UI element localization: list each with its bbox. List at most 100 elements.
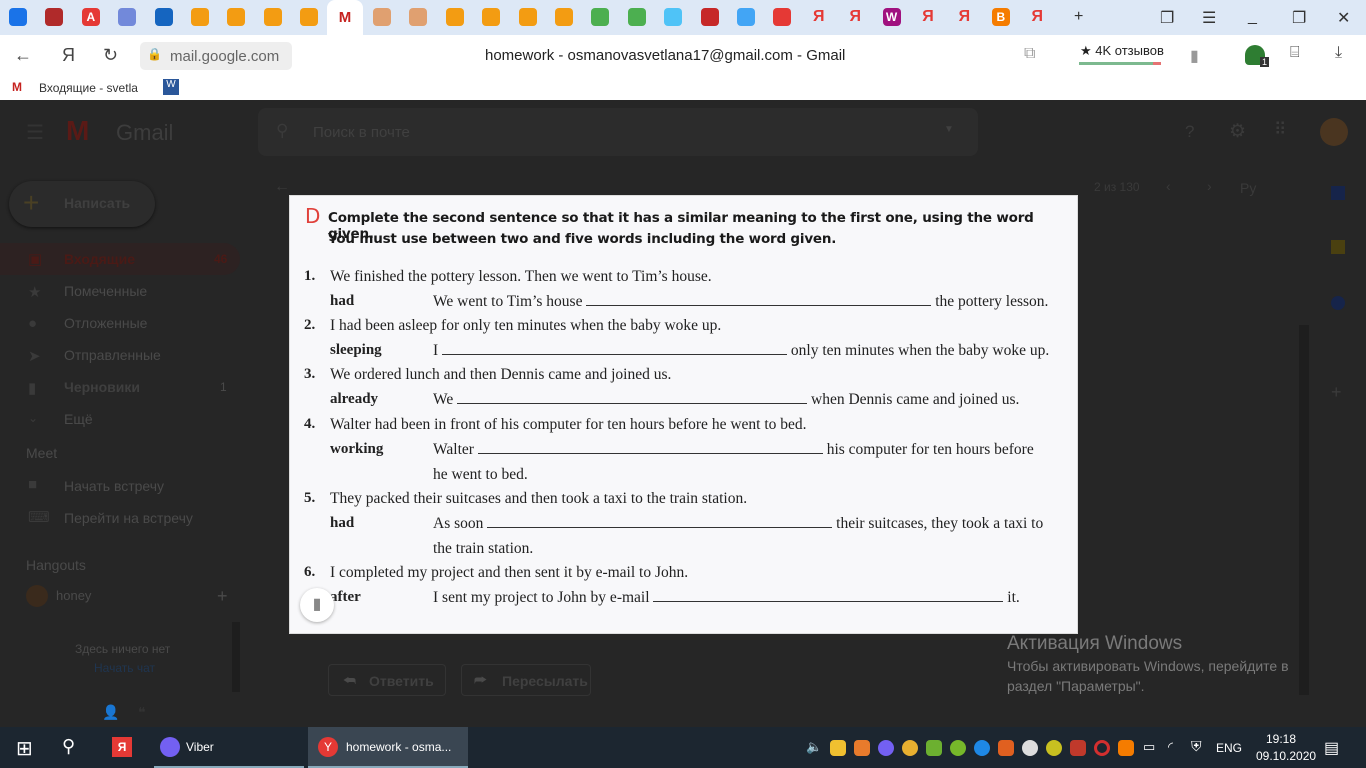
gmail-logo[interactable]: Gmail [116, 120, 173, 146]
yandex-home-icon[interactable]: Я [62, 45, 75, 66]
extensions-icon[interactable]: ⌸ [1290, 44, 1300, 62]
next-icon[interactable]: › [1207, 178, 1212, 194]
gdz-icon[interactable] [737, 8, 755, 26]
tab-icon[interactable]: ⧉ [1024, 45, 1035, 63]
compose-button[interactable]: + Написать [9, 181, 155, 227]
taskbar-app-viber[interactable]: Viber [154, 727, 304, 768]
apple-icon[interactable] [700, 8, 719, 26]
bookmark-inbox[interactable]: Входящие - svetla [39, 81, 138, 95]
anarchy-icon[interactable] [45, 8, 64, 26]
save-image-icon[interactable]: ▮ [300, 588, 334, 622]
calendar-icon[interactable] [1331, 186, 1345, 200]
tasks-icon[interactable] [1331, 296, 1345, 310]
tray-app-icon[interactable] [830, 740, 846, 756]
clock-date[interactable]: 09.10.2020 [1256, 749, 1316, 763]
minimize-button[interactable]: _ [1248, 8, 1257, 26]
new-tab-button[interactable]: + [1074, 8, 1083, 26]
close-button[interactable]: ✕ [1337, 8, 1350, 28]
cloud-icon[interactable] [263, 8, 282, 26]
word-icon[interactable]: W [163, 79, 179, 95]
yandex-icon[interactable]: Я [810, 8, 828, 26]
clock-time[interactable]: 19:18 [1266, 732, 1296, 746]
meet-join[interactable]: ⌨ Перейти на встречу [0, 502, 240, 534]
url-field[interactable]: 🔒 mail.google.com [140, 42, 292, 70]
prev-icon[interactable]: ‹ [1166, 178, 1171, 194]
cloud-icon[interactable] [482, 8, 501, 26]
avatar[interactable] [1320, 118, 1348, 146]
photo-icon[interactable] [664, 8, 683, 26]
tray-app-icon[interactable] [854, 740, 870, 756]
yandex-icon[interactable]: Я [1028, 8, 1046, 26]
search-icon[interactable]: ⚲ [276, 121, 288, 141]
cloud-icon[interactable] [300, 8, 319, 26]
a-icon[interactable]: A [81, 8, 100, 26]
add-chat-icon[interactable]: + [217, 586, 228, 607]
gmail-icon[interactable]: M [327, 0, 363, 35]
tray-app-icon[interactable] [1046, 740, 1062, 756]
search-input[interactable]: ⚲ Поиск в почте ▼ [258, 108, 978, 156]
battery-icon[interactable]: ▭ [1143, 739, 1155, 755]
wheel-icon[interactable] [373, 8, 391, 26]
bluetooth-icon[interactable] [974, 740, 990, 756]
back-to-inbox-icon[interactable]: ← [274, 178, 290, 196]
apps-grid-icon[interactable]: ⠿ [1274, 120, 1286, 140]
yandex-icon[interactable]: Я [919, 8, 937, 26]
start-icon[interactable]: ⊞ [16, 736, 33, 761]
cloud-icon[interactable] [191, 8, 209, 26]
java-icon[interactable] [998, 740, 1014, 756]
wifi-icon[interactable]: ◜ [1168, 739, 1173, 755]
avast-icon[interactable] [1118, 740, 1134, 756]
settings-gear-icon[interactable]: ⚙ [1229, 120, 1246, 143]
youtube-icon[interactable] [773, 8, 792, 26]
hangouts-avatar[interactable] [26, 585, 48, 607]
viber-tray-icon[interactable] [878, 740, 894, 756]
yandex-browser-icon[interactable]: Я [112, 737, 132, 757]
utorrent-icon[interactable] [950, 740, 966, 756]
yandex-icon[interactable]: Я [846, 8, 864, 26]
hangouts-user[interactable]: honey [56, 588, 91, 603]
tray-app-icon[interactable] [1022, 740, 1038, 756]
messages-icon[interactable] [9, 8, 27, 26]
cloud-icon[interactable] [518, 8, 537, 26]
help-icon[interactable]: ? [1185, 122, 1194, 142]
download-icon[interactable]: ⤓ [1335, 44, 1342, 62]
meet-start[interactable]: ■ Начать встречу [0, 470, 240, 502]
bookmark-icon[interactable]: ▮ [1190, 46, 1199, 66]
contacts-icon[interactable]: 👤 [102, 704, 119, 721]
cloud-icon[interactable] [227, 8, 246, 26]
sidebar-item-more[interactable]: ⌄ Ещё [0, 403, 240, 435]
sidebar-item-sent[interactable]: ➤ Отправленные [0, 339, 240, 371]
language-select[interactable]: Ру [1240, 180, 1256, 196]
main-menu-icon[interactable]: ☰ [26, 120, 44, 145]
shield-extension-icon[interactable]: 1 [1245, 45, 1269, 67]
search-options-icon[interactable]: ▼ [944, 124, 954, 135]
yandex-icon[interactable]: Я [955, 8, 973, 26]
shield-tray-icon[interactable] [1070, 740, 1086, 756]
download-tray-icon[interactable] [926, 740, 942, 756]
cloud-icon[interactable] [555, 8, 573, 26]
book-icon[interactable] [591, 8, 610, 26]
book-icon[interactable] [627, 8, 646, 26]
search-icon[interactable]: ⚲ [62, 736, 75, 757]
taskbar-app-browser[interactable]: Yhomework - osma... [308, 727, 468, 768]
forward-button[interactable]: ⮫ Пересылать [461, 664, 591, 696]
reply-button[interactable]: ⮪ Ответить [328, 664, 446, 696]
defender-icon[interactable]: ⛨ [1191, 738, 1202, 755]
sidebar-item-drafts[interactable]: ▮ Черновики 1 [0, 371, 240, 403]
volume-icon[interactable]: 🔈 [806, 739, 822, 755]
blogger-icon[interactable]: B [991, 8, 1010, 26]
sidebar-item-snoozed[interactable]: ● Отложенные [0, 307, 240, 339]
reload-icon[interactable]: ↻ [103, 45, 118, 66]
wheel-icon[interactable] [409, 8, 428, 26]
discord-icon[interactable] [118, 8, 137, 26]
hangouts-icon[interactable]: ❝ [138, 704, 146, 721]
sidebar-scrollbar[interactable] [232, 622, 240, 692]
main-scrollbar[interactable] [1299, 325, 1309, 695]
w-icon[interactable]: W [882, 8, 901, 26]
notifications-icon[interactable]: ▤ [1324, 738, 1339, 758]
opera-icon[interactable] [1094, 740, 1110, 756]
start-chat-link[interactable]: Начать чат [94, 661, 155, 675]
back-icon[interactable]: ← [14, 45, 32, 66]
cloud-icon[interactable] [445, 8, 464, 26]
restore-button[interactable]: ❐ [1292, 8, 1306, 28]
